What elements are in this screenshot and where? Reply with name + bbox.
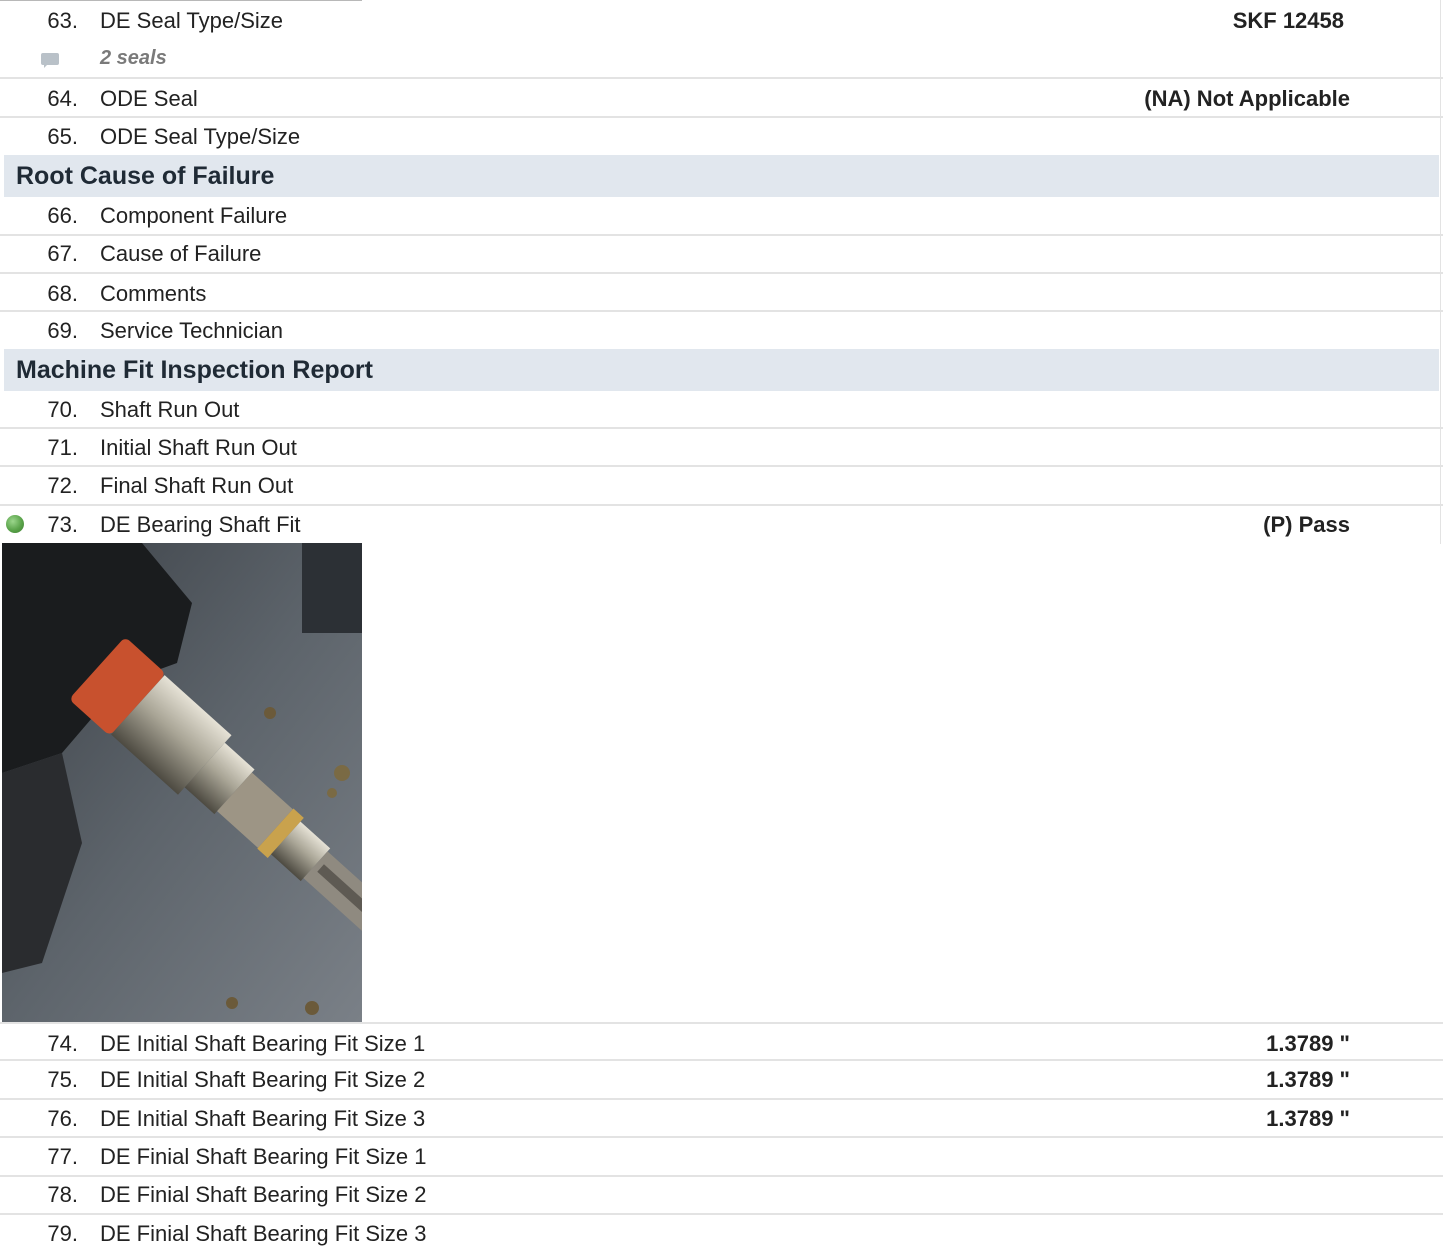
row-number: 63.	[47, 8, 78, 33]
row-label: DE Seal Type/Size	[100, 8, 284, 33]
row-label: Shaft Run Out	[100, 397, 240, 422]
row-number: 74.	[47, 1031, 78, 1056]
row-label: DE Initial Shaft Bearing Fit Size 1	[100, 1031, 426, 1056]
row-label: DE Initial Shaft Bearing Fit Size 3	[100, 1106, 426, 1131]
section-header-machine-fit: Machine Fit Inspection Report	[4, 349, 1439, 391]
row-number: 67.	[47, 241, 78, 266]
row-label: Initial Shaft Run Out	[100, 435, 297, 460]
row-72: 72. Final Shaft Run Out	[0, 467, 1443, 506]
section-header-root-cause: Root Cause of Failure	[4, 155, 1439, 197]
row-number: 70.	[47, 397, 78, 422]
row-number: 65.	[47, 124, 78, 149]
row-66: 66. Component Failure	[0, 197, 1443, 236]
row-label: ODE Seal	[100, 86, 198, 111]
row-65: 65. ODE Seal Type/Size	[0, 118, 1443, 155]
row-number: 71.	[47, 435, 78, 460]
row-number: 78.	[47, 1182, 78, 1207]
row-number: 75.	[47, 1067, 78, 1092]
row-number: 68.	[47, 281, 78, 306]
row-label: DE Finial Shaft Bearing Fit Size 1	[100, 1144, 427, 1169]
row-71: 71. Initial Shaft Run Out	[0, 429, 1443, 467]
row-number: 64.	[47, 86, 78, 111]
row-78: 78. DE Finial Shaft Bearing Fit Size 2	[0, 1177, 1443, 1215]
row-number: 69.	[47, 318, 78, 343]
row-69: 69. Service Technician	[0, 312, 1443, 349]
row-label: DE Finial Shaft Bearing Fit Size 2	[100, 1182, 427, 1207]
row-value: 1.3789 "	[1266, 1067, 1350, 1092]
row-label: ODE Seal Type/Size	[100, 124, 301, 149]
row-number: 79.	[47, 1221, 78, 1246]
row-number: 77.	[47, 1144, 78, 1169]
row-label: Service Technician	[100, 318, 284, 343]
row-68: 68. Comments	[0, 274, 1443, 312]
row-77: 77. DE Finial Shaft Bearing Fit Size 1	[0, 1138, 1443, 1177]
row-label: Comments	[100, 281, 207, 306]
comment-icon	[41, 53, 59, 68]
row-73: 73. DE Bearing Shaft Fit (P) Pass	[0, 506, 1443, 544]
row-value: 1.3789 "	[1266, 1106, 1350, 1131]
comment-note: 2 seals	[0, 40, 1443, 77]
shaft-photo-graphic	[2, 543, 362, 1022]
row-75: 75. DE Initial Shaft Bearing Fit Size 2 …	[0, 1061, 1443, 1100]
row-label: DE Bearing Shaft Fit	[100, 512, 301, 537]
row-number: 72.	[47, 473, 78, 498]
row-label: Final Shaft Run Out	[100, 473, 294, 498]
row-64: 64. ODE Seal (NA) Not Applicable	[0, 79, 1443, 118]
row-value: (NA) Not Applicable	[1144, 86, 1350, 111]
row-63: 63. DE Seal Type/Size SKF 12458	[0, 0, 1443, 40]
row-67: 67. Cause of Failure	[0, 236, 1443, 274]
row-label: DE Finial Shaft Bearing Fit Size 3	[100, 1221, 427, 1246]
row-number: 76.	[47, 1106, 78, 1131]
row-label: Component Failure	[100, 203, 288, 228]
row-label: DE Initial Shaft Bearing Fit Size 2	[100, 1067, 426, 1092]
row-value: (P) Pass	[1263, 512, 1350, 537]
row-number: 73.	[47, 512, 78, 537]
inspection-photo[interactable]	[2, 543, 362, 1022]
row-value: SKF 12458	[1232, 8, 1344, 33]
row-value: 1.3789 "	[1266, 1031, 1350, 1056]
comment-text: 2 seals	[100, 47, 167, 69]
row-label: Cause of Failure	[100, 241, 262, 266]
pass-status-icon	[6, 515, 24, 533]
row-76: 76. DE Initial Shaft Bearing Fit Size 3 …	[0, 1100, 1443, 1138]
row-70: 70. Shaft Run Out	[0, 391, 1443, 429]
row-74: 74. DE Initial Shaft Bearing Fit Size 1 …	[0, 1022, 1443, 1061]
row-number: 66.	[47, 203, 78, 228]
row-79: 79. DE Finial Shaft Bearing Fit Size 3	[0, 1215, 1443, 1253]
